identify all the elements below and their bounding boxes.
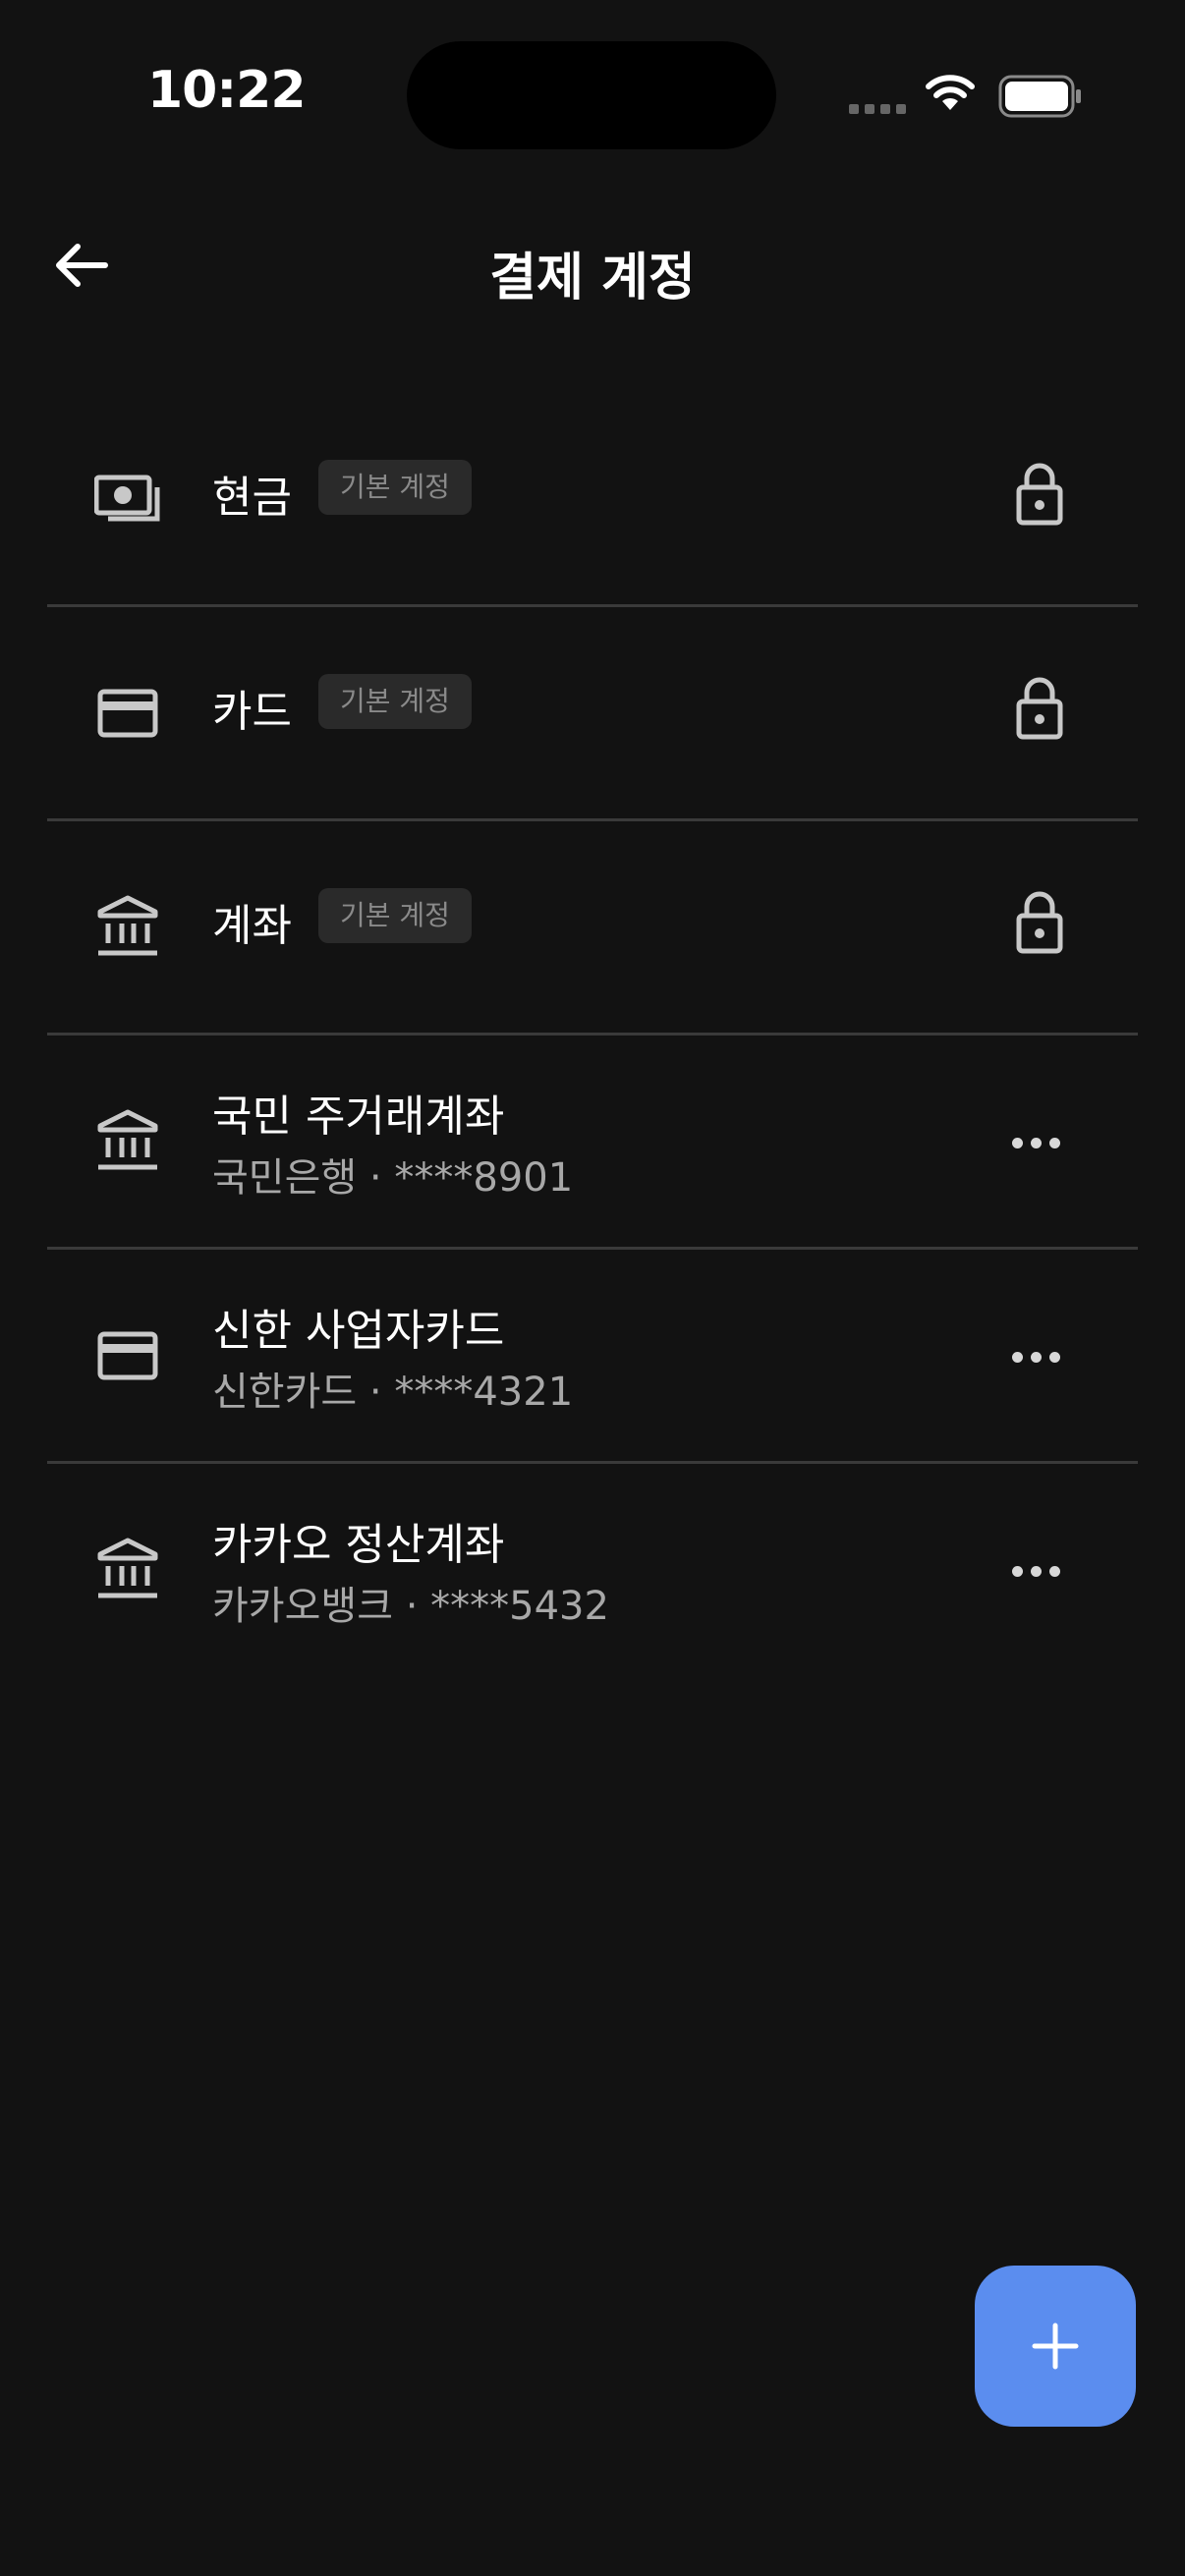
account-row-cash[interactable]: 현금 기본 계정 [47,393,1138,607]
lock-icon [1016,463,1063,526]
account-name: 국민 주거래계좌 [212,1092,505,1142]
default-account-badge: 기본 계정 [318,674,472,729]
account-subtitle: 국민은행 · ****8901 [212,1155,574,1201]
default-account-badge: 기본 계정 [318,460,472,515]
account-row-kakao[interactable]: 카카오 정산계좌 카카오뱅크 · ****5432 [47,1464,1138,1678]
account-name: 카드 [212,687,292,737]
bank-icon [97,1109,158,1170]
more-options-button[interactable] [987,1332,1085,1381]
account-subtitle: 카카오뱅크 · ****5432 [212,1584,609,1629]
cellular-signal-icon [849,104,906,114]
lock-icon [1016,891,1063,954]
account-row-kb[interactable]: 국민 주거래계좌 국민은행 · ****8901 [47,1036,1138,1250]
account-row-card[interactable]: 카드 기본 계정 [47,607,1138,821]
wifi-icon [926,75,975,110]
lock-icon [1016,677,1063,740]
account-name: 계좌 [212,901,292,951]
app-header: 결제 계정 [0,206,1185,324]
plus-icon [1032,2323,1079,2370]
bank-icon [97,1538,158,1598]
bank-icon [97,895,158,956]
add-account-button[interactable] [975,2266,1136,2427]
account-row-bank[interactable]: 계좌 기본 계정 [47,821,1138,1036]
account-name: 카카오 정산계좌 [212,1520,505,1570]
account-name: 신한 사업자카드 [212,1306,505,1356]
status-bar: 10:22 [0,0,1185,187]
dynamic-island [407,41,776,149]
account-list: 현금 기본 계정 카드 기본 계정 계좌 기본 계정 국민 주거래계좌 국민은행… [47,393,1138,1678]
more-options-button[interactable] [987,1546,1085,1596]
page-title: 결제 계정 [489,249,696,308]
status-time: 10:22 [147,61,307,120]
cash-icon [94,475,160,522]
account-name: 현금 [212,473,292,523]
card-icon [97,1331,158,1380]
card-icon [97,689,158,738]
more-options-button[interactable] [987,1118,1085,1167]
account-row-shinhan[interactable]: 신한 사업자카드 신한카드 · ****4321 [47,1250,1138,1464]
default-account-badge: 기본 계정 [318,888,472,943]
account-subtitle: 신한카드 · ****4321 [212,1370,574,1415]
battery-icon [998,75,1081,118]
